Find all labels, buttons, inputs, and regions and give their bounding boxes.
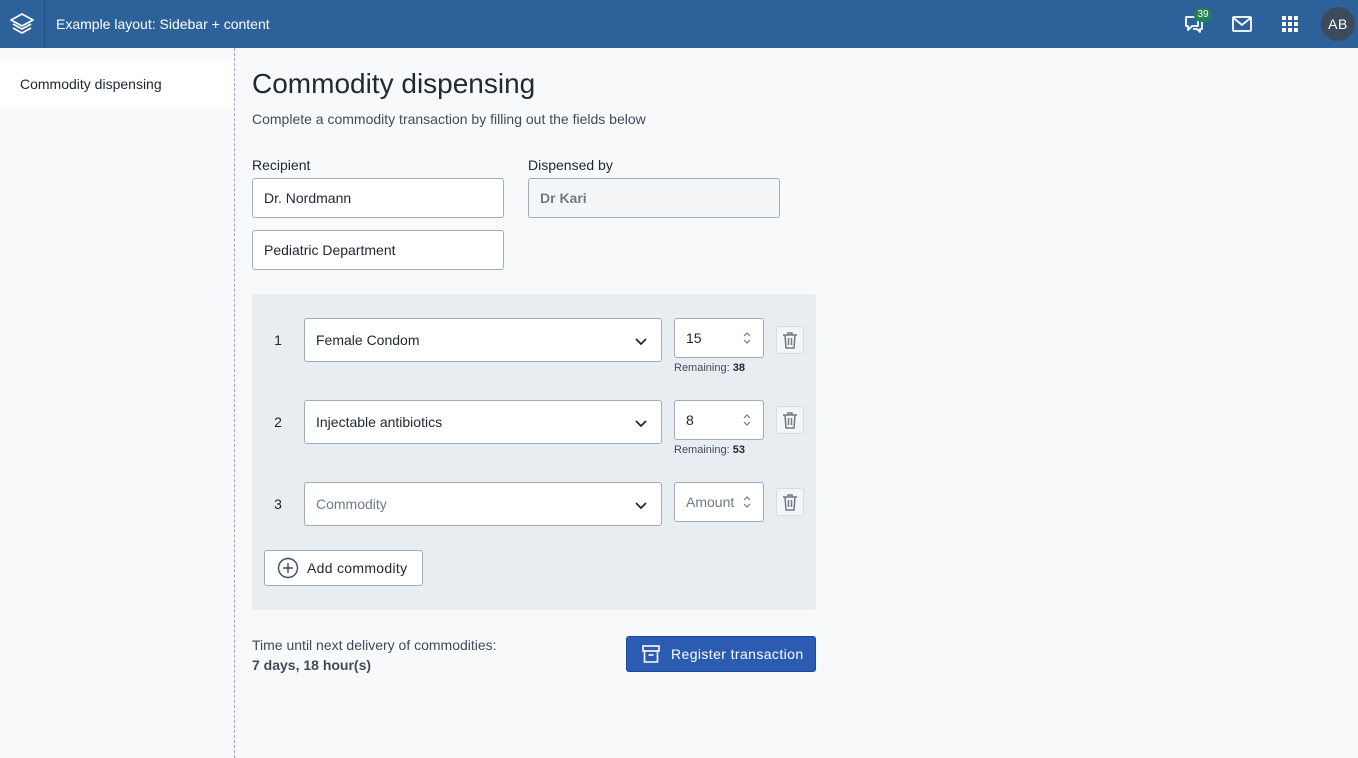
logo[interactable] [0, 0, 45, 48]
spinner-icon[interactable] [743, 331, 751, 345]
logo-icon [10, 13, 34, 34]
commodity-row-number: 2 [274, 414, 282, 430]
delete-row-button[interactable] [776, 406, 804, 434]
messages-icon [1232, 16, 1252, 32]
app-title: Example layout: Sidebar + content [56, 16, 270, 32]
spinner-icon[interactable] [743, 413, 751, 427]
page-subtitle: Complete a commodity transaction by fill… [252, 111, 646, 127]
sidebar-item-commodity-dispensing[interactable]: Commodity dispensing [0, 60, 234, 108]
archive-icon [642, 645, 660, 663]
header-bar: Example layout: Sidebar + content 39 AB [0, 0, 1358, 48]
delivery-label: Time until next delivery of commodities: [252, 637, 497, 653]
commodity-select-value: Female Condom [316, 332, 420, 348]
add-commodity-button[interactable]: Add commodity [264, 550, 423, 586]
dispensed-by-label: Dispensed by [528, 157, 613, 173]
commodity-select[interactable]: Injectable antibiotics [304, 400, 662, 444]
add-commodity-label: Add commodity [307, 560, 408, 576]
sidebar: Commodity dispensing [0, 48, 235, 758]
trash-icon [783, 332, 797, 349]
recipient-label: Recipient [252, 157, 311, 173]
register-transaction-button[interactable]: Register transaction [626, 636, 816, 672]
remaining-stock: Remaining: 38 [674, 362, 745, 374]
commodity-select[interactable]: Commodity [304, 482, 662, 526]
interpretations-badge: 39 [1194, 8, 1212, 22]
chevron-down-icon [635, 502, 647, 510]
interpretations-button[interactable] [1170, 0, 1218, 48]
recipient-department-input[interactable]: Pediatric Department [252, 230, 504, 270]
chevron-down-icon [635, 420, 647, 428]
commodity-row-number: 3 [274, 496, 282, 512]
remaining-stock: Remaining: 53 [674, 444, 745, 456]
add-circle-icon [277, 557, 299, 579]
apps-icon [1282, 16, 1298, 32]
amount-value: 8 [686, 412, 694, 428]
chevron-down-icon [635, 338, 647, 346]
recipient-name-input[interactable]: Dr. Nordmann [252, 178, 504, 218]
commodity-select[interactable]: Female Condom [304, 318, 662, 362]
trash-icon [783, 494, 797, 511]
amount-input[interactable]: 8 [674, 400, 764, 440]
delivery-value: 7 days, 18 hour(s) [252, 657, 372, 673]
messages-button[interactable] [1218, 0, 1266, 48]
trash-icon [783, 412, 797, 429]
amount-input[interactable]: Amount [674, 482, 764, 522]
dispensed-by-input: Dr Kari [528, 178, 780, 218]
amount-value: 15 [686, 330, 702, 346]
page-title: Commodity dispensing [252, 68, 536, 99]
spinner-icon[interactable] [743, 495, 751, 509]
commodity-select-placeholder: Commodity [316, 496, 387, 512]
delete-row-button[interactable] [776, 326, 804, 354]
register-transaction-label: Register transaction [671, 646, 804, 662]
commodity-select-value: Injectable antibiotics [316, 414, 443, 430]
commodity-row-number: 1 [274, 332, 282, 348]
amount-input[interactable]: 15 [674, 318, 764, 358]
avatar[interactable]: AB [1321, 7, 1355, 41]
apps-button[interactable] [1266, 0, 1314, 48]
delete-row-button[interactable] [776, 488, 804, 516]
amount-placeholder: Amount [686, 494, 735, 510]
